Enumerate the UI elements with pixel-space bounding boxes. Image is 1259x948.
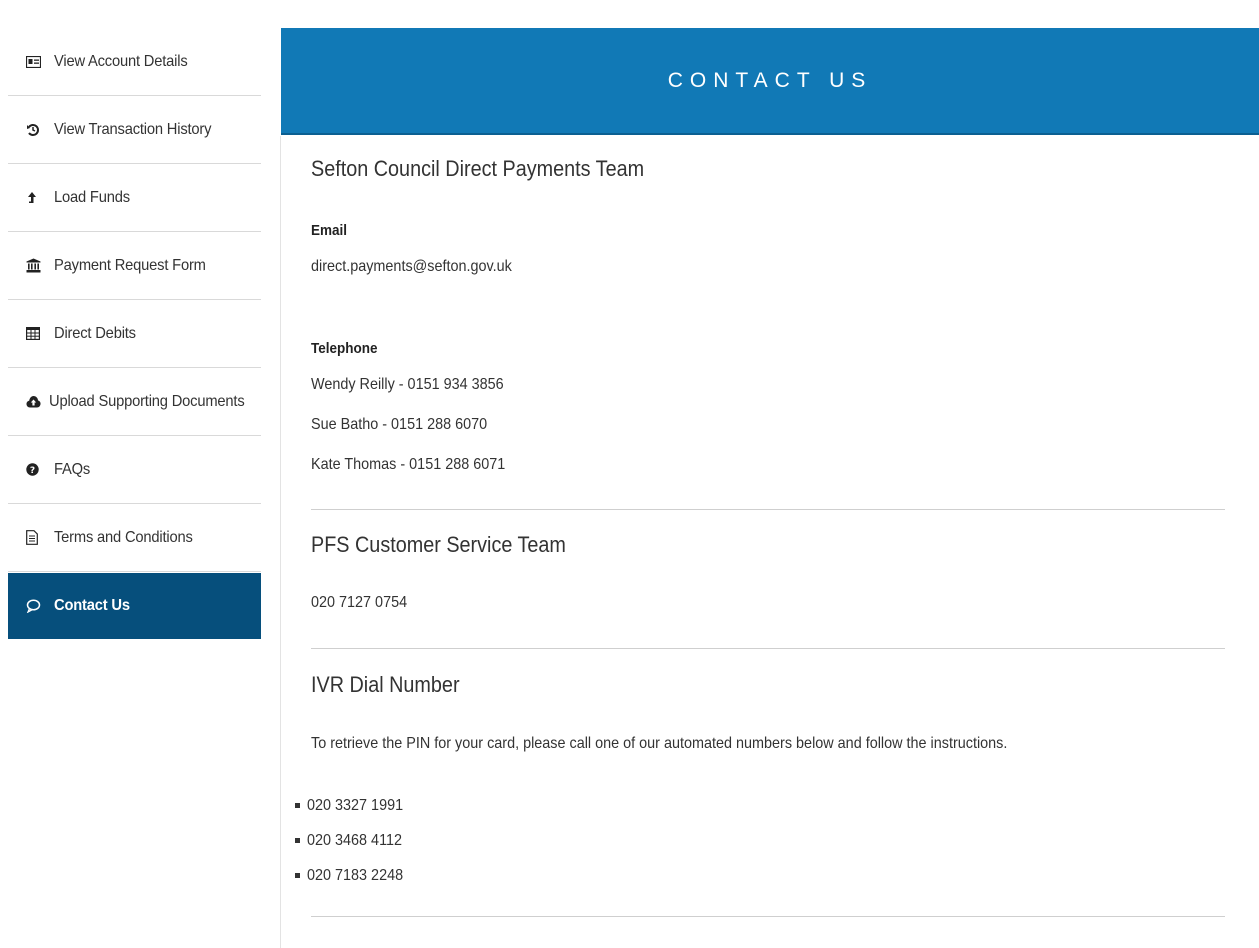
sidebar-item-label: View Transaction History: [54, 120, 212, 138]
pfs-title-wrap: PFS Customer Service Team: [311, 532, 594, 558]
ivr-number: 020 7183 2248: [307, 866, 404, 884]
sidebar-item-load-funds[interactable]: Load Funds: [8, 164, 261, 232]
bullet-marker: [295, 803, 300, 808]
phone-row: Sue Batho - 0151 288 6070: [311, 416, 507, 434]
page-title: CONTACT US: [667, 68, 873, 92]
sidebar-item-view-account-details[interactable]: View Account Details: [8, 28, 261, 96]
document-icon: [26, 530, 46, 545]
phone-contact: Wendy Reilly - 0151 934 3856: [311, 376, 504, 393]
sidebar-item-faqs[interactable]: ? FAQs: [8, 436, 261, 504]
phone-contact: Kate Thomas - 0151 288 6071: [311, 456, 506, 473]
sidebar-item-upload-supporting-documents[interactable]: Upload Supporting Documents: [8, 368, 261, 436]
council-section-title: Sefton Council Direct Payments Team: [311, 156, 645, 181]
id-card-icon: [26, 55, 46, 68]
question-circle-icon: ?: [26, 463, 46, 476]
sidebar-item-label: View Account Details: [54, 52, 188, 70]
telephone-label: Telephone: [311, 340, 378, 357]
phone-contact: Sue Batho - 0151 288 6070: [311, 416, 488, 433]
vertical-divider: [280, 136, 281, 948]
phone-row: Wendy Reilly - 0151 934 3856: [311, 376, 525, 394]
section-divider: [311, 916, 1225, 917]
bank-icon: [26, 258, 46, 273]
ivr-description-wrap: To retrieve the PIN for your card, pleas…: [311, 735, 1085, 753]
list-item: 020 7183 2248: [295, 858, 414, 893]
ivr-number: 020 3327 1991: [307, 796, 404, 814]
sidebar-item-direct-debits[interactable]: Direct Debits: [8, 300, 261, 368]
pfs-section-title: PFS Customer Service Team: [311, 532, 566, 557]
list-item: 020 3468 4112: [295, 823, 414, 858]
section-divider: [311, 648, 1225, 649]
cloud-upload-icon: [26, 395, 41, 409]
ivr-section-title: IVR Dial Number: [311, 672, 460, 697]
bullet-marker: [295, 873, 300, 878]
sidebar-item-label: FAQs: [54, 460, 91, 478]
email-label-wrap: Email: [311, 222, 351, 240]
email-label: Email: [311, 222, 348, 239]
table-icon: [26, 327, 46, 340]
phone-row: Kate Thomas - 0151 288 6071: [311, 456, 527, 474]
email-value-wrap: direct.payments@sefton.gov.uk: [311, 258, 534, 276]
section-divider: [311, 509, 1225, 510]
sidebar-item-label: Payment Request Form: [54, 256, 206, 274]
email-link[interactable]: direct.payments@sefton.gov.uk: [311, 258, 512, 276]
sidebar-nav: View Account Details View Transaction Hi…: [8, 28, 261, 639]
sidebar-item-label: Terms and Conditions: [54, 528, 193, 546]
svg-text:?: ?: [30, 466, 35, 476]
ivr-description: To retrieve the PIN for your card, pleas…: [311, 735, 1008, 752]
sidebar-item-label: Contact Us: [54, 597, 130, 614]
ivr-number-list: 020 3327 1991 020 3468 4112 020 7183 224…: [295, 788, 414, 893]
sidebar-item-view-transaction-history[interactable]: View Transaction History: [8, 96, 261, 164]
chat-bubble-icon: [26, 599, 46, 613]
pfs-phone: 020 7127 0754: [311, 594, 408, 611]
pfs-phone-wrap: 020 7127 0754: [311, 594, 418, 612]
sidebar-item-label: Direct Debits: [54, 324, 136, 342]
council-section-title-wrap: Sefton Council Direct Payments Team: [311, 156, 681, 182]
sidebar-item-label: Upload Supporting Documents: [49, 392, 245, 410]
page-header-banner: CONTACT US: [281, 28, 1259, 135]
ivr-number: 020 3468 4112: [307, 831, 403, 849]
ivr-title-wrap: IVR Dial Number: [311, 672, 476, 698]
history-icon: [26, 123, 46, 137]
list-item: 020 3327 1991: [295, 788, 414, 823]
sidebar-item-terms-and-conditions[interactable]: Terms and Conditions: [8, 504, 261, 572]
bullet-marker: [295, 838, 300, 843]
sidebar-item-payment-request-form[interactable]: Payment Request Form: [8, 232, 261, 300]
telephone-label-wrap: Telephone: [311, 340, 385, 358]
sidebar-item-label: Load Funds: [54, 188, 130, 206]
sidebar-item-contact-us[interactable]: Contact Us: [8, 573, 261, 639]
upload-arrow-icon: [26, 191, 46, 205]
